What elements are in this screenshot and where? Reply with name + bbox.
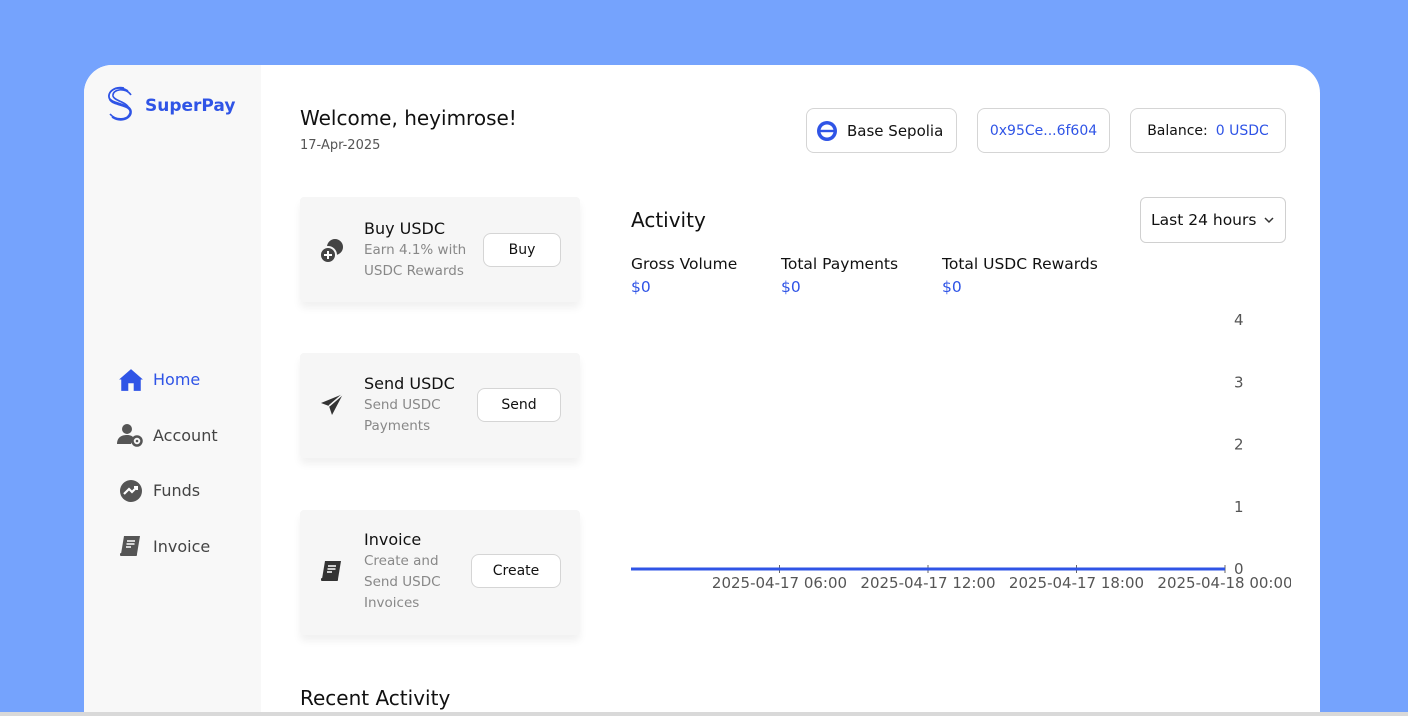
home-icon: [117, 366, 145, 394]
invoice-icon: [318, 557, 346, 585]
account-settings-icon: [117, 421, 145, 449]
sidebar-item-label: Account: [153, 425, 218, 445]
card-description: Create and Send USDC Invoices: [364, 553, 441, 611]
send-usdc-card: Send USDC Send USDC Payments Send: [300, 353, 580, 458]
activity-title: Activity: [631, 208, 706, 232]
x-tick-label: 2025-04-17 06:00: [712, 574, 847, 592]
funds-trend-icon: [117, 477, 145, 505]
stat-label: Gross Volume: [631, 255, 738, 273]
y-tick-label: 3: [1234, 373, 1244, 391]
card-title: Invoice: [364, 530, 422, 549]
brand-name: SuperPay: [145, 96, 236, 116]
network-selector[interactable]: Base Sepolia: [806, 108, 957, 153]
stat-label: Total USDC Rewards: [942, 255, 1098, 273]
coins-icon: [318, 237, 346, 265]
stat-value: $0: [781, 278, 801, 296]
stat-value: $0: [631, 278, 651, 296]
y-tick-label: 1: [1234, 498, 1244, 516]
balance-display: Balance: 0 USDC: [1130, 108, 1286, 153]
y-tick-label: 2: [1234, 436, 1244, 454]
x-tick-label: 2025-04-18 00:00: [1157, 574, 1291, 592]
send-button[interactable]: Send: [477, 388, 561, 422]
card-description: Earn 4.1% with USDC Rewards: [364, 242, 467, 279]
network-label: Base Sepolia: [847, 121, 944, 140]
y-tick-label: 4: [1234, 311, 1244, 329]
superpay-logo-icon: [104, 83, 136, 129]
balance-label: Balance:: [1147, 122, 1208, 139]
stat-label: Total Payments: [781, 255, 899, 273]
logo[interactable]: SuperPay: [104, 83, 235, 129]
sidebar-item-account[interactable]: Account: [117, 408, 218, 464]
card-title: Send USDC: [364, 374, 455, 393]
stat-value: $0: [942, 278, 962, 296]
page-title: Welcome, heyimrose!: [300, 106, 517, 130]
sidebar-item-funds[interactable]: Funds: [117, 463, 218, 519]
app-window: SuperPay Home Account Funds Invoice Welc…: [84, 65, 1320, 716]
sidebar-item-home[interactable]: Home: [117, 352, 218, 408]
bottom-scroll-edge: [0, 712, 1408, 716]
sidebar: SuperPay Home Account Funds Invoice: [84, 65, 261, 716]
sidebar-item-invoice[interactable]: Invoice: [117, 519, 218, 575]
sidebar-item-label: Invoice: [153, 536, 211, 556]
sidebar-item-label: Home: [153, 370, 201, 390]
stat-total-payments: Total Payments $0: [781, 255, 898, 296]
current-date: 17-Apr-2025: [300, 138, 381, 153]
card-description: Send USDC Payments: [364, 397, 441, 434]
sidebar-item-label: Funds: [153, 481, 201, 501]
base-network-icon: [817, 120, 837, 141]
x-tick-label: 2025-04-17 18:00: [1009, 574, 1144, 592]
create-invoice-button[interactable]: Create: [471, 554, 561, 588]
card-title: Buy USDC: [364, 219, 446, 238]
chevron-down-icon: [1263, 212, 1275, 230]
sidebar-nav: Home Account Funds Invoice: [117, 352, 218, 574]
balance-value: 0 USDC: [1215, 122, 1269, 139]
stat-total-rewards: Total USDC Rewards $0: [942, 255, 1098, 296]
buy-usdc-card: Buy USDC Earn 4.1% with USDC Rewards Buy: [300, 197, 580, 302]
stat-gross-volume: Gross Volume $0: [631, 255, 737, 296]
paper-plane-icon: [318, 391, 346, 419]
activity-chart: 012342025-04-17 06:00 2025-04-17 12:00 202…: [631, 311, 1291, 592]
wallet-address[interactable]: 0x95Ce...6f604: [977, 108, 1110, 153]
invoice-icon: [117, 532, 145, 560]
x-tick-label: 2025-04-17 12:00: [860, 574, 995, 592]
main-content: Welcome, heyimrose! 17-Apr-2025 Base Sep…: [300, 65, 1320, 716]
buy-button[interactable]: Buy: [483, 233, 561, 267]
time-range-value: Last 24 hours: [1151, 211, 1257, 229]
invoice-card: Invoice Create and Send USDC Invoices Cr…: [300, 510, 580, 635]
time-range-select[interactable]: Last 24 hours: [1140, 197, 1286, 243]
recent-activity-title: Recent Activity: [300, 686, 451, 710]
